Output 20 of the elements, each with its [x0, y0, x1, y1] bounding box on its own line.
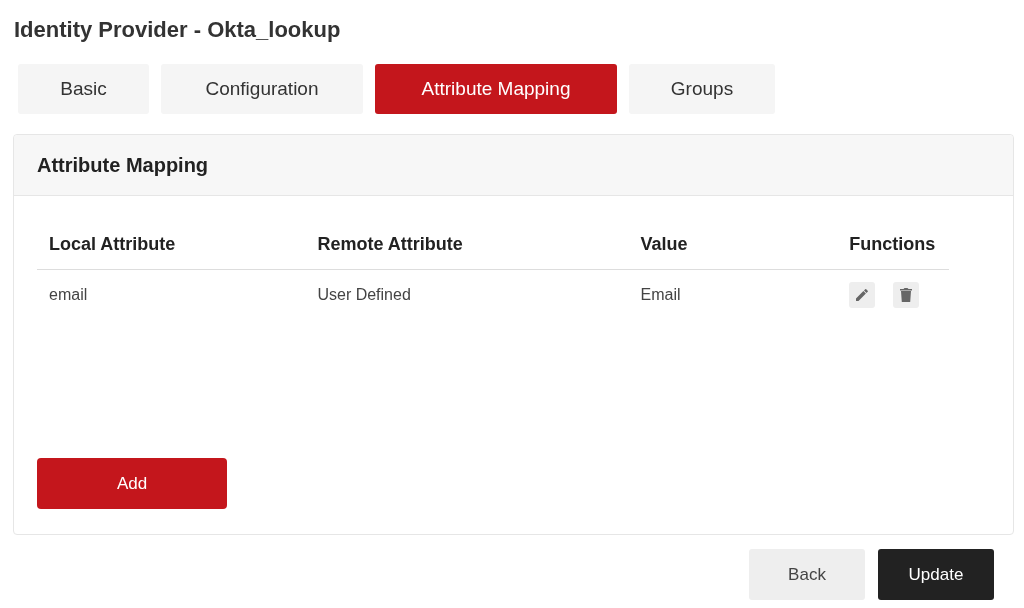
- column-header: Local Attribute: [37, 222, 306, 270]
- edit-button[interactable]: [849, 282, 876, 308]
- column-header: Value: [628, 222, 838, 270]
- tab[interactable]: Basic: [18, 64, 149, 114]
- delete-button[interactable]: [893, 282, 920, 308]
- table-cell: email: [37, 269, 306, 320]
- table-cell: Email: [628, 269, 838, 320]
- trash-icon: [899, 287, 914, 303]
- column-header: Functions: [837, 222, 949, 270]
- back-button[interactable]: Back: [749, 549, 865, 600]
- column-header: Remote Attribute: [305, 222, 629, 270]
- add-button[interactable]: Add: [37, 458, 227, 509]
- table-cell: User Defined: [305, 269, 629, 320]
- tab[interactable]: Groups: [629, 64, 775, 114]
- tab[interactable]: Attribute Mapping: [375, 64, 617, 114]
- panel-title: Attribute Mapping: [37, 153, 209, 177]
- update-button[interactable]: Update: [878, 549, 994, 600]
- page-title: Identity Provider - Okta_lookup: [14, 16, 342, 44]
- pencil-icon: [854, 287, 871, 303]
- tab[interactable]: Configuration: [161, 64, 363, 114]
